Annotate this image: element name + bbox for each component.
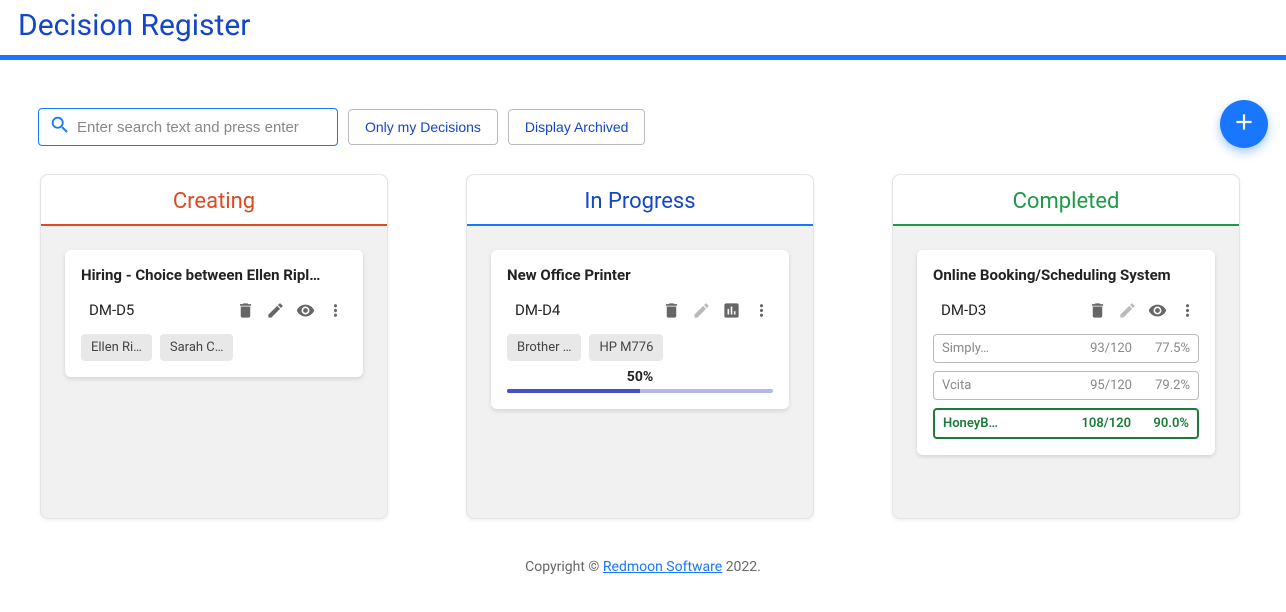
card-title: New Office Printer: [507, 266, 773, 284]
only-my-decisions-button[interactable]: Only my Decisions: [348, 109, 498, 145]
edit-icon: [1115, 298, 1139, 322]
display-archived-button[interactable]: Display Archived: [508, 109, 646, 145]
delete-icon[interactable]: [233, 298, 257, 322]
result-row[interactable]: Simply… 93/120 77.5%: [933, 334, 1199, 363]
card-id: DM-D5: [89, 301, 227, 319]
column-in-progress: In Progress New Office Printer DM-D4 Bro…: [466, 174, 814, 519]
edit-icon[interactable]: [263, 298, 287, 322]
result-score: 95/120: [1072, 378, 1132, 393]
column-header-in-progress: In Progress: [467, 175, 813, 226]
card-id: DM-D3: [941, 301, 1079, 319]
result-name: Vcita: [942, 378, 1064, 393]
result-score: 93/120: [1072, 341, 1132, 356]
plus-icon: [1231, 109, 1257, 139]
option-chip[interactable]: Ellen Ri…: [81, 334, 152, 361]
card-title: Hiring - Choice between Ellen Ripl…: [81, 266, 347, 284]
delete-icon[interactable]: [1085, 298, 1109, 322]
search-icon: [49, 114, 71, 140]
result-name: HoneyB…: [943, 416, 1063, 431]
option-chip[interactable]: HP M776: [589, 334, 663, 361]
more-icon[interactable]: [749, 298, 773, 322]
decision-card[interactable]: New Office Printer DM-D4 Brother … HP M7…: [491, 250, 789, 409]
chart-icon[interactable]: [719, 298, 743, 322]
result-row[interactable]: Vcita 95/120 79.2%: [933, 371, 1199, 400]
view-icon[interactable]: [1145, 298, 1169, 322]
column-header-completed: Completed: [893, 175, 1239, 226]
progress-fill: [507, 389, 640, 393]
edit-icon: [689, 298, 713, 322]
option-chip[interactable]: Sarah C…: [160, 334, 234, 361]
progress-label: 50%: [507, 369, 773, 385]
option-chip[interactable]: Brother …: [507, 334, 581, 361]
search-box[interactable]: [38, 108, 338, 146]
page-title: Decision Register: [18, 8, 1268, 43]
footer-prefix: Copyright ©: [525, 559, 603, 575]
add-decision-button[interactable]: [1220, 100, 1268, 148]
footer-link[interactable]: Redmoon Software: [603, 559, 722, 575]
result-row[interactable]: HoneyB… 108/120 90.0%: [933, 408, 1199, 439]
card-title: Online Booking/Scheduling System: [933, 266, 1199, 284]
more-icon[interactable]: [1175, 298, 1199, 322]
view-icon[interactable]: [293, 298, 317, 322]
column-header-creating: Creating: [41, 175, 387, 226]
card-id: DM-D4: [515, 301, 653, 319]
result-percent: 79.2%: [1140, 378, 1190, 393]
delete-icon[interactable]: [659, 298, 683, 322]
result-percent: 90.0%: [1139, 416, 1189, 431]
column-completed: Completed Online Booking/Scheduling Syst…: [892, 174, 1240, 519]
footer-suffix: 2022.: [722, 559, 761, 575]
result-score: 108/120: [1071, 416, 1131, 431]
decision-card[interactable]: Hiring - Choice between Ellen Ripl… DM-D…: [65, 250, 363, 377]
decision-card[interactable]: Online Booking/Scheduling System DM-D3 S…: [917, 250, 1215, 455]
more-icon[interactable]: [323, 298, 347, 322]
progress-bar: [507, 389, 773, 393]
footer: Copyright © Redmoon Software 2022.: [0, 559, 1286, 595]
result-percent: 77.5%: [1140, 341, 1190, 356]
result-name: Simply…: [942, 341, 1064, 356]
search-input[interactable]: [77, 119, 327, 136]
column-creating: Creating Hiring - Choice between Ellen R…: [40, 174, 388, 519]
